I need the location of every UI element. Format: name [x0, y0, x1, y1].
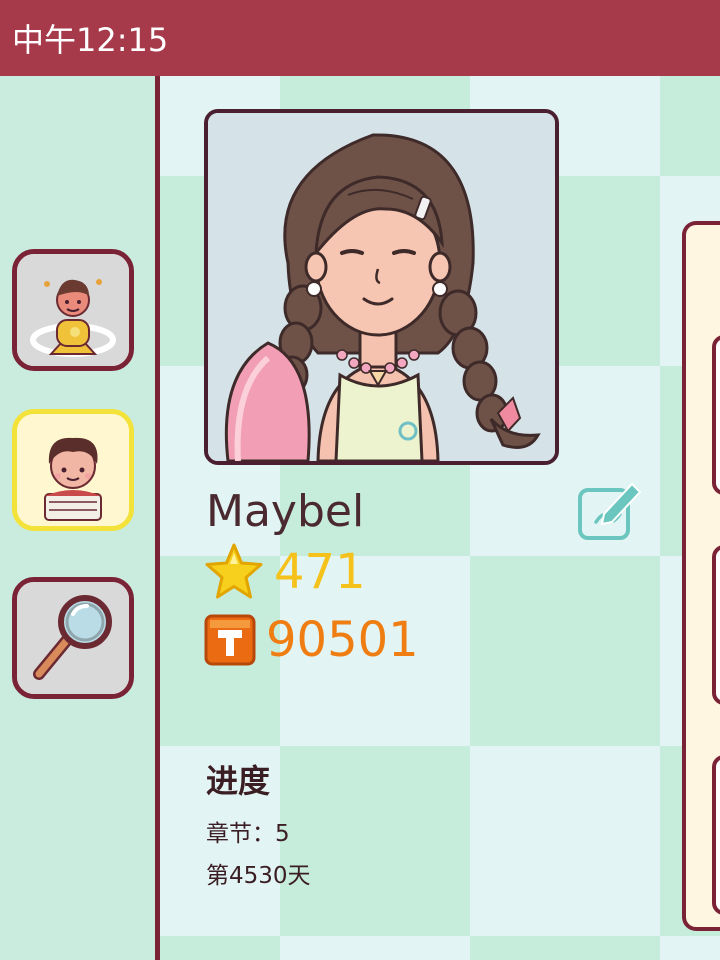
side-panel-tab[interactable]: [712, 755, 720, 915]
character-portrait-image: [208, 113, 555, 461]
edit-pencil-icon: [578, 482, 642, 540]
status-time: 中午12:15: [12, 21, 169, 59]
progress-day: 第4530天: [206, 863, 311, 889]
coins-row: 90501: [204, 612, 419, 668]
coins-count: 90501: [266, 612, 419, 668]
stars-row: 471: [204, 542, 366, 602]
coin-block-icon: [204, 614, 256, 666]
player-name: Maybel: [206, 486, 365, 537]
status-bar: 中午12:15: [0, 0, 720, 76]
side-panel-tab[interactable]: [712, 545, 720, 705]
side-panel[interactable]: [682, 221, 720, 931]
progress-title: 进度: [206, 762, 271, 800]
sidebar-item-profile[interactable]: [12, 409, 134, 531]
progress-chapter: 章节：5: [206, 821, 290, 847]
sidebar-item-character-switch[interactable]: [12, 249, 134, 371]
character-switch-icon: [17, 254, 129, 366]
character-portrait: [204, 109, 559, 465]
side-panel-tab[interactable]: [712, 335, 720, 495]
sidebar-item-search[interactable]: [12, 577, 134, 699]
edit-name-button[interactable]: [574, 476, 646, 548]
magnifier-icon: [17, 582, 129, 694]
stars-count: 471: [274, 544, 366, 600]
star-icon: [205, 543, 263, 599]
profile-main: Maybel 471 90501 进度 章节：5 第4530天: [160, 76, 720, 960]
profile-avatar-icon: [17, 414, 129, 526]
